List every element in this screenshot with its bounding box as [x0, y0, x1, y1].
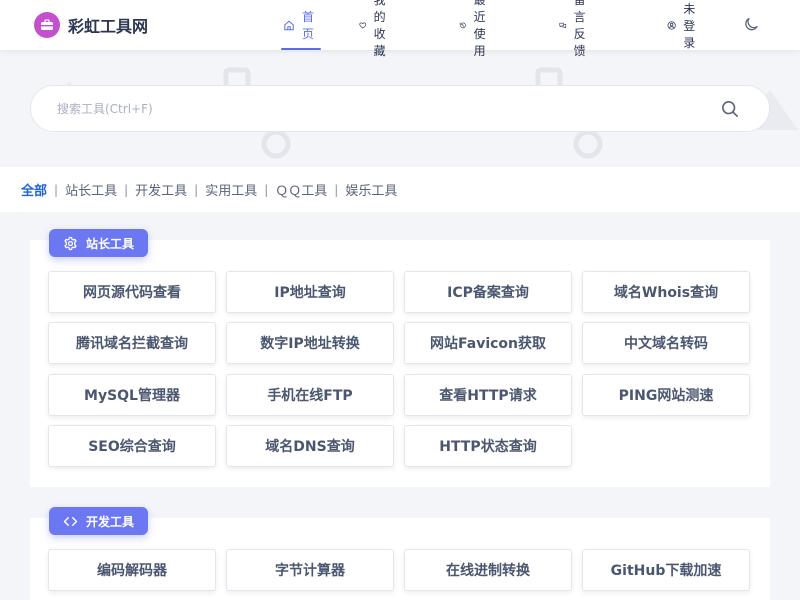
- toolbox-logo-icon: [34, 12, 60, 38]
- category-separator: |: [264, 182, 269, 197]
- tool-card[interactable]: 中文域名转码: [582, 322, 750, 364]
- section-badge: 站长工具: [49, 229, 149, 257]
- nav-recent[interactable]: 最近使用: [459, 0, 495, 58]
- nav-feedback-label: 留言反馈: [573, 0, 586, 58]
- category-separator: |: [54, 182, 59, 197]
- nav-favorites[interactable]: 我的收藏: [359, 0, 395, 58]
- search-input[interactable]: [57, 101, 697, 116]
- code-icon: [63, 516, 78, 526]
- nav-feedback[interactable]: 留言反馈: [559, 0, 595, 58]
- tool-card[interactable]: 查看HTTP请求: [404, 374, 572, 416]
- category-dev[interactable]: 开发工具: [135, 180, 187, 199]
- history-icon: [459, 22, 466, 28]
- moon-icon[interactable]: [743, 16, 760, 33]
- tool-card[interactable]: MySQL管理器: [48, 374, 216, 416]
- home-icon: [284, 20, 294, 30]
- section-webmaster-tools: 站长工具 网页源代码查看 IP地址查询 ICP备案查询 域名Whois查询 腾讯…: [30, 229, 770, 487]
- user-icon: [667, 20, 676, 30]
- tool-card[interactable]: 域名Whois查询: [582, 271, 750, 313]
- search-bar: [30, 85, 770, 132]
- search-icon[interactable]: [721, 100, 739, 118]
- tool-card[interactable]: 腾讯域名拦截查询: [48, 322, 216, 364]
- category-qq[interactable]: ＱＱ工具: [275, 180, 327, 199]
- section-title: 开发工具: [86, 514, 135, 529]
- nav-home-label: 首页: [302, 10, 315, 41]
- heart-icon: [359, 22, 367, 28]
- nav-home[interactable]: 首页: [280, 0, 322, 50]
- tool-card[interactable]: PING网站测速: [582, 374, 750, 416]
- section-title: 站长工具: [86, 236, 135, 251]
- tool-card[interactable]: HTTP状态查询: [404, 425, 572, 467]
- nav-login[interactable]: 未登录: [667, 0, 703, 50]
- category-separator: |: [334, 182, 339, 197]
- nav-favorites-label: 我的收藏: [373, 0, 386, 58]
- category-webmaster[interactable]: 站长工具: [65, 180, 117, 199]
- tool-card[interactable]: 在线进制转换: [404, 549, 572, 591]
- category-all[interactable]: 全部: [21, 180, 47, 199]
- tool-card[interactable]: 字节计算器: [226, 549, 394, 591]
- gear-icon: [64, 236, 77, 250]
- nav-login-label: 未登录: [683, 1, 696, 50]
- category-fun[interactable]: 娱乐工具: [345, 180, 397, 199]
- tool-card[interactable]: 编码解码器: [48, 549, 216, 591]
- section-dev-tools: 开发工具 编码解码器 字节计算器 在线进制转换 GitHub下载加速: [30, 507, 770, 600]
- tool-card[interactable]: GitHub下载加速: [582, 549, 750, 591]
- tool-card[interactable]: 数字IP地址转换: [226, 322, 394, 364]
- tool-card[interactable]: 网页源代码查看: [48, 271, 216, 313]
- tool-card[interactable]: SEO综合查询: [48, 425, 216, 467]
- tool-card[interactable]: 手机在线FTP: [226, 374, 394, 416]
- site-title: 彩虹工具网: [68, 17, 149, 36]
- nav-recent-label: 最近使用: [473, 0, 486, 58]
- category-filter-bar: 全部 | 站长工具 | 开发工具 | 实用工具 | ＱＱ工具 | 娱乐工具: [0, 167, 800, 212]
- section-badge: 开发工具: [49, 507, 149, 535]
- chat-icon: [559, 22, 567, 28]
- tool-card[interactable]: IP地址查询: [226, 271, 394, 313]
- tool-card[interactable]: 网站Favicon获取: [404, 322, 572, 364]
- category-separator: |: [194, 182, 199, 197]
- search-hero: [0, 50, 800, 167]
- site-logo[interactable]: 彩虹工具网: [34, 12, 148, 38]
- category-utility[interactable]: 实用工具: [205, 180, 257, 199]
- category-separator: |: [124, 182, 129, 197]
- top-navbar: 彩虹工具网 首页 我的收藏 最近使用 留言反馈 未登录: [0, 0, 800, 58]
- tool-card[interactable]: 域名DNS查询: [226, 425, 394, 467]
- tool-card[interactable]: ICP备案查询: [404, 271, 572, 313]
